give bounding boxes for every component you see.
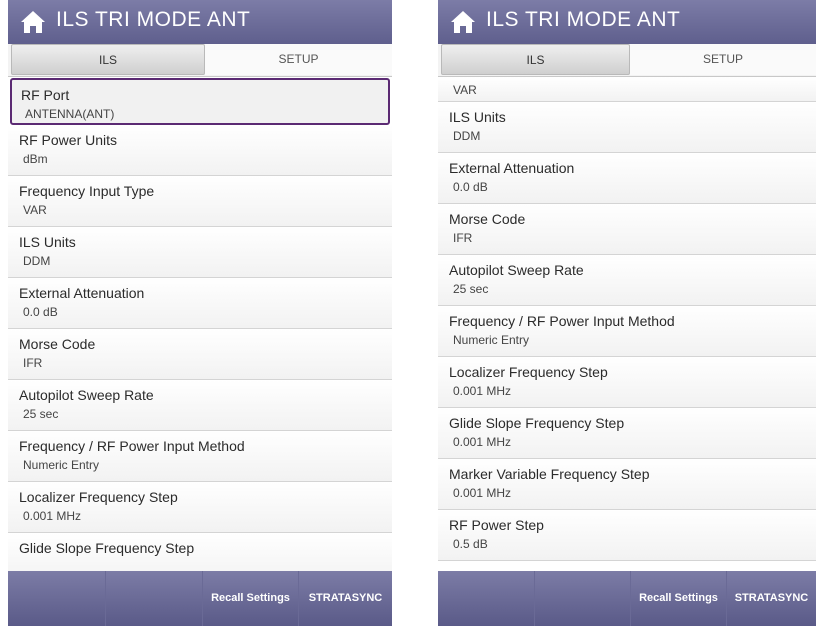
setting-label: Frequency Input Type	[19, 183, 155, 199]
left-screen: ILS TRI MODE ANT ILS SETUP RF Port ANTEN…	[8, 0, 392, 626]
setting-label: Morse Code	[449, 211, 526, 227]
stratasync-button[interactable]: STRATASYNC	[727, 571, 816, 626]
setting-value: 0.001 MHz	[23, 509, 82, 523]
setting-label: Frequency / RF Power Input Method	[449, 313, 675, 329]
soft-key-1[interactable]	[438, 571, 535, 626]
setting-row-external-attenuation[interactable]: External Attenuation 0.0 dB	[438, 153, 816, 204]
setting-value: DDM	[23, 254, 51, 268]
setting-row-frequency-input-type-partial[interactable]: VAR	[438, 77, 816, 102]
setting-row-glide-slope-frequency-step[interactable]: Glide Slope Frequency Step 0.001 MHz	[438, 408, 816, 459]
setting-row-localizer-frequency-step[interactable]: Localizer Frequency Step 0.001 MHz	[438, 357, 816, 408]
title-bar: ILS TRI MODE ANT	[438, 0, 816, 44]
setup-list[interactable]: VAR ILS Units DDM External Attenuation 0…	[438, 77, 816, 571]
setting-row-localizer-frequency-step[interactable]: Localizer Frequency Step 0.001 MHz	[8, 482, 392, 533]
setting-value: 0.0 dB	[453, 180, 488, 194]
setting-value: IFR	[23, 356, 43, 370]
soft-key-bar: Recall Settings STRATASYNC	[438, 571, 816, 626]
tab-bar: ILS SETUP	[438, 44, 816, 77]
setting-value: VAR	[453, 83, 477, 97]
tab-ils[interactable]: ILS	[441, 44, 630, 75]
app-title: ILS TRI MODE ANT	[56, 8, 251, 31]
soft-key-2[interactable]	[535, 571, 631, 626]
setting-label: External Attenuation	[449, 160, 575, 176]
setting-label: Morse Code	[19, 336, 96, 352]
setting-value: Numeric Entry	[23, 458, 100, 472]
setting-label: ILS Units	[19, 234, 76, 250]
setting-label: Frequency / RF Power Input Method	[19, 438, 245, 454]
setting-label: Glide Slope Frequency Step	[449, 415, 625, 431]
setting-row-ils-units[interactable]: ILS Units DDM	[438, 102, 816, 153]
stratasync-button[interactable]: STRATASYNC	[299, 571, 392, 626]
setting-value: 0.001 MHz	[453, 435, 512, 449]
right-screen: ILS TRI MODE ANT ILS SETUP VAR ILS Units…	[438, 0, 816, 626]
setting-row-autopilot-sweep-rate[interactable]: Autopilot Sweep Rate 25 sec	[438, 255, 816, 306]
setting-row-morse-code[interactable]: Morse Code IFR	[438, 204, 816, 255]
setting-value: ANTENNA(ANT)	[25, 107, 115, 121]
setting-label: Localizer Frequency Step	[449, 364, 608, 380]
setting-value: 25 sec	[23, 407, 59, 421]
setting-row-glide-slope-frequency-step[interactable]: Glide Slope Frequency Step	[8, 533, 392, 571]
setting-row-frequency-input-type[interactable]: Frequency Input Type VAR	[8, 176, 392, 227]
setting-label: RF Power Units	[19, 132, 118, 148]
setting-value: 0.001 MHz	[453, 486, 512, 500]
setting-label: External Attenuation	[19, 285, 145, 301]
tab-setup[interactable]: SETUP	[205, 44, 392, 75]
setup-list[interactable]: RF Port ANTENNA(ANT) RF Power Units dBm …	[8, 77, 392, 571]
setting-value: 0.001 MHz	[453, 384, 512, 398]
recall-settings-button[interactable]: Recall Settings	[631, 571, 727, 626]
title-bar: ILS TRI MODE ANT	[8, 0, 392, 44]
setting-row-rf-power-step[interactable]: RF Power Step 0.5 dB	[438, 510, 816, 561]
setting-row-morse-code[interactable]: Morse Code IFR	[8, 329, 392, 380]
setting-label: RF Power Step	[449, 517, 544, 533]
setting-label: Localizer Frequency Step	[19, 489, 178, 505]
setting-row-input-method[interactable]: Frequency / RF Power Input Method Numeri…	[8, 431, 392, 482]
home-icon[interactable]	[20, 9, 46, 35]
setting-label: ILS Units	[449, 109, 506, 125]
setting-row-rf-port[interactable]: RF Port ANTENNA(ANT)	[10, 78, 390, 125]
setting-value: dBm	[23, 152, 48, 166]
setting-value: VAR	[23, 203, 47, 217]
setting-value: IFR	[453, 231, 473, 245]
setting-row-autopilot-sweep-rate[interactable]: Autopilot Sweep Rate 25 sec	[8, 380, 392, 431]
app-title: ILS TRI MODE ANT	[486, 8, 681, 31]
setting-label: Marker Variable Frequency Step	[449, 466, 650, 482]
tab-setup[interactable]: SETUP	[630, 44, 816, 75]
tab-ils[interactable]: ILS	[11, 44, 205, 75]
setting-value: 0.0 dB	[23, 305, 58, 319]
setting-value: 0.5 dB	[453, 537, 488, 551]
setting-row-input-method[interactable]: Frequency / RF Power Input Method Numeri…	[438, 306, 816, 357]
tab-bar: ILS SETUP	[8, 44, 392, 77]
soft-key-bar: Recall Settings STRATASYNC	[8, 571, 392, 626]
setting-label: Autopilot Sweep Rate	[19, 387, 154, 403]
setting-label: RF Port	[21, 87, 70, 103]
setting-row-marker-variable-frequency-step[interactable]: Marker Variable Frequency Step 0.001 MHz	[438, 459, 816, 510]
soft-key-2[interactable]	[106, 571, 203, 626]
setting-value: Numeric Entry	[453, 333, 530, 347]
setting-row-external-attenuation[interactable]: External Attenuation 0.0 dB	[8, 278, 392, 329]
setting-value: 25 sec	[453, 282, 489, 296]
setting-row-ils-units[interactable]: ILS Units DDM	[8, 227, 392, 278]
setting-row-rf-power-units[interactable]: RF Power Units dBm	[8, 125, 392, 176]
setting-value: DDM	[453, 129, 481, 143]
setting-label: Autopilot Sweep Rate	[449, 262, 584, 278]
soft-key-1[interactable]	[8, 571, 106, 626]
home-icon[interactable]	[450, 9, 476, 35]
setting-label: Glide Slope Frequency Step	[19, 540, 195, 556]
recall-settings-button[interactable]: Recall Settings	[203, 571, 299, 626]
